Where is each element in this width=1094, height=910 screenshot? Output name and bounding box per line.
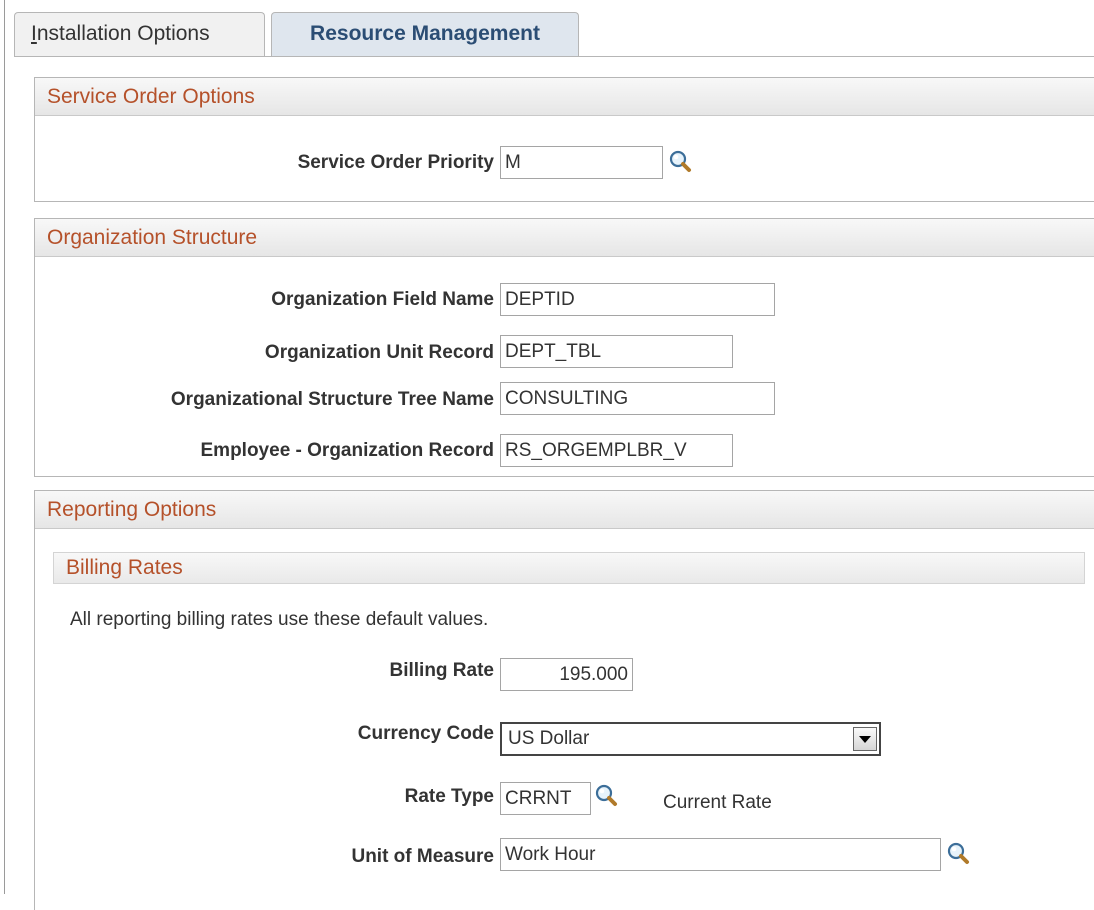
dropdown-arrow-icon[interactable] — [853, 727, 877, 751]
organization-unit-record-input[interactable] — [500, 335, 733, 368]
billing-rates-header: Billing Rates — [53, 552, 1085, 584]
rate-type-search-icon[interactable] — [594, 783, 618, 807]
billing-rate-label: Billing Rate — [389, 660, 494, 681]
currency-code-label: Currency Code — [357, 723, 494, 744]
service-order-options-group: Service Order Options — [34, 77, 1094, 202]
tab-installation-options[interactable]: Installation Options — [14, 12, 265, 56]
search-icon[interactable] — [668, 149, 692, 173]
unit-of-measure-search-icon[interactable] — [946, 841, 970, 865]
unit-of-measure-label: Unit of Measure — [351, 846, 494, 867]
organization-unit-record-label: Organization Unit Record — [264, 342, 494, 363]
organization-field-name-input[interactable] — [500, 283, 775, 316]
rate-type-input[interactable] — [500, 782, 591, 815]
rate-type-label: Rate Type — [404, 786, 494, 807]
left-border — [4, 0, 5, 894]
service-order-priority-label: Service Order Priority — [297, 152, 494, 173]
reporting-options-header: Reporting Options — [35, 491, 1094, 529]
organization-structure-header: Organization Structure — [35, 219, 1094, 257]
tab-resource-management[interactable]: Resource Management — [271, 12, 579, 56]
unit-of-measure-input[interactable] — [500, 838, 941, 871]
employee-organization-record-input[interactable] — [500, 434, 733, 467]
billing-rate-input[interactable] — [500, 658, 633, 691]
organization-field-name-label: Organization Field Name — [271, 289, 494, 310]
tab-divider — [14, 56, 1094, 57]
billing-rates-note: All reporting billing rates use these de… — [70, 609, 489, 630]
rate-type-description: Current Rate — [663, 792, 772, 813]
org-structure-tree-name-input[interactable] — [500, 382, 775, 415]
org-structure-tree-name-label: Organizational Structure Tree Name — [170, 389, 494, 410]
currency-code-select[interactable]: US Dollar — [500, 722, 881, 756]
employee-organization-record-label: Employee - Organization Record — [200, 440, 495, 461]
service-order-priority-input[interactable] — [500, 146, 663, 179]
service-order-options-header: Service Order Options — [35, 78, 1094, 116]
currency-code-value: US Dollar — [508, 728, 590, 749]
